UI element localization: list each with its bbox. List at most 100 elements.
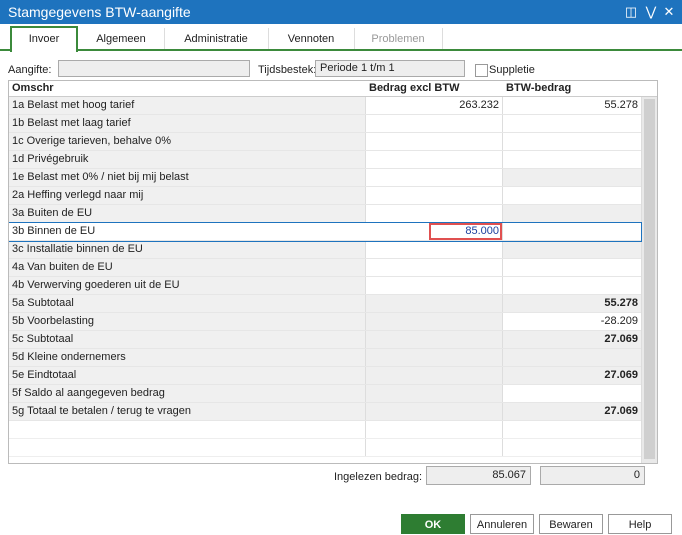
btw-cell: 55.278 <box>502 295 641 312</box>
table-row[interactable]: 1d Privégebruik <box>9 151 641 169</box>
btw-cell[interactable] <box>502 259 641 276</box>
window-title: Stamgegevens BTW-aangifte <box>8 4 191 20</box>
restore-icon[interactable]: ◫ <box>622 3 640 21</box>
header-btw: BTW-bedrag <box>506 82 572 94</box>
ingelezen-label: Ingelezen bedrag: <box>334 471 423 483</box>
btw-cell <box>502 241 641 258</box>
bedrag-cell <box>365 367 502 384</box>
bedrag-cell[interactable] <box>365 151 502 168</box>
tab-invoer[interactable]: Invoer <box>10 26 78 52</box>
bedrag-cell <box>365 349 502 366</box>
btw-cell[interactable] <box>502 151 641 168</box>
table-row[interactable]: 4a Van buiten de EU <box>9 259 641 277</box>
row-label: 5b Voorbelasting <box>9 313 365 330</box>
bedrag-cell[interactable] <box>365 277 502 294</box>
title-bar: Stamgegevens BTW-aangifte ◫ ⋁ ✕ <box>0 0 682 24</box>
tab-algemeen[interactable]: Algemeen <box>78 28 165 50</box>
empty-row <box>9 439 641 457</box>
tab-underline <box>0 49 682 51</box>
row-label: 1e Belast met 0% / niet bij mij belast <box>9 169 365 186</box>
tab-administratie[interactable]: Administratie <box>164 28 269 50</box>
scrollbar-thumb[interactable] <box>644 99 655 459</box>
table-row[interactable]: 1c Overige tarieven, behalve 0% <box>9 133 641 151</box>
btw-cell[interactable] <box>502 223 641 240</box>
tab-vennoten[interactable]: Vennoten <box>268 28 355 50</box>
table-row: 5g Totaal te betalen / terug te vragen 27… <box>9 403 641 421</box>
close-icon[interactable]: ✕ <box>660 3 678 21</box>
btw-cell[interactable] <box>502 277 641 294</box>
row-label: 4a Van buiten de EU <box>9 259 365 276</box>
annuleren-button[interactable]: Annuleren <box>470 514 534 534</box>
help-button[interactable]: Help <box>608 514 672 534</box>
suppletie-checkbox[interactable] <box>475 64 488 77</box>
row-label: 3c Installatie binnen de EU <box>9 241 365 258</box>
bedrag-cell[interactable] <box>365 241 502 258</box>
aangifte-field[interactable] <box>58 60 250 77</box>
bedrag-cell <box>365 385 502 402</box>
table-row[interactable]: 4b Verwerving goederen uit de EU <box>9 277 641 295</box>
row-label: 5c Subtotaal <box>9 331 365 348</box>
row-label: 1d Privégebruik <box>9 151 365 168</box>
vertical-scrollbar[interactable] <box>641 97 657 463</box>
bedrag-cell <box>365 295 502 312</box>
btw-cell[interactable] <box>502 115 641 132</box>
btw-grid: Omschr Bedrag excl BTW BTW-bedrag 1a Bel… <box>8 80 658 464</box>
btw-cell: 27.069 <box>502 403 641 420</box>
aangifte-label: Aangifte: <box>8 64 52 76</box>
btw-cell: 27.069 <box>502 331 641 348</box>
ingelezen-field-2: 0 <box>540 466 645 485</box>
row-label: 1b Belast met laag tarief <box>9 115 365 132</box>
bedrag-cell <box>365 313 502 330</box>
btw-cell[interactable]: -28.209 <box>502 313 641 330</box>
btw-cell <box>502 169 641 186</box>
table-row-selected[interactable]: 3b Binnen de EU 85.000 <box>9 222 642 242</box>
table-row[interactable]: 1a Belast met hoog tarief 263.232 55.278 <box>9 97 641 115</box>
bedrag-cell[interactable] <box>365 205 502 222</box>
btw-cell[interactable] <box>502 187 641 204</box>
btw-cell[interactable] <box>502 133 641 150</box>
header-omschr: Omschr <box>12 82 54 94</box>
btw-cell <box>502 349 641 366</box>
bedrag-cell[interactable] <box>365 169 502 186</box>
table-row[interactable]: 3a Buiten de EU <box>9 205 641 223</box>
empty-row <box>9 421 641 439</box>
collapse-icon[interactable]: ⋁ <box>642 3 660 21</box>
table-row[interactable]: 1b Belast met laag tarief <box>9 115 641 133</box>
row-label: 5d Kleine ondernemers <box>9 349 365 366</box>
tijdsbestek-label: Tijdsbestek: <box>258 64 317 76</box>
btw-cell[interactable]: 55.278 <box>502 97 641 114</box>
table-row[interactable]: 5d Kleine ondernemers <box>9 349 641 367</box>
bewaren-button[interactable]: Bewaren <box>539 514 603 534</box>
bedrag-cell[interactable] <box>365 133 502 150</box>
bedrag-cell-editing[interactable]: 85.000 <box>429 223 502 240</box>
bedrag-cell <box>365 403 502 420</box>
row-label: 1a Belast met hoog tarief <box>9 97 365 114</box>
bedrag-cell[interactable] <box>365 259 502 276</box>
table-row[interactable]: 1e Belast met 0% / niet bij mij belast <box>9 169 641 187</box>
table-row: 5e Eindtotaal 27.069 <box>9 367 641 385</box>
header-bedrag: Bedrag excl BTW <box>369 82 460 94</box>
row-label: 1c Overige tarieven, behalve 0% <box>9 133 365 150</box>
ok-button[interactable]: OK <box>401 514 465 534</box>
table-row[interactable]: 5f Saldo al aangegeven bedrag <box>9 385 641 403</box>
row-label: 4b Verwerving goederen uit de EU <box>9 277 365 294</box>
bedrag-cell[interactable] <box>365 187 502 204</box>
tijdsbestek-field[interactable]: Periode 1 t/m 1 <box>315 60 465 77</box>
table-row[interactable]: 5b Voorbelasting -28.209 <box>9 313 641 331</box>
table-row[interactable]: 2a Heffing verlegd naar mij <box>9 187 641 205</box>
row-label: 3b Binnen de EU <box>9 223 365 240</box>
tab-bar: Invoer Algemeen Administratie Vennoten P… <box>0 24 682 52</box>
bedrag-cell[interactable]: 263.232 <box>365 97 502 114</box>
btw-cell[interactable] <box>502 385 641 402</box>
row-label: 5f Saldo al aangegeven bedrag <box>9 385 365 402</box>
bedrag-cell[interactable] <box>365 115 502 132</box>
btw-cell: 27.069 <box>502 367 641 384</box>
row-label: 5a Subtotaal <box>9 295 365 312</box>
table-row[interactable]: 3c Installatie binnen de EU <box>9 241 641 259</box>
table-row: 5c Subtotaal 27.069 <box>9 331 641 349</box>
bedrag-cell <box>365 331 502 348</box>
row-label: 3a Buiten de EU <box>9 205 365 222</box>
tab-problemen: Problemen <box>354 28 443 50</box>
row-label: 5g Totaal te betalen / terug te vragen <box>9 403 365 420</box>
grid-header: Omschr Bedrag excl BTW BTW-bedrag <box>9 81 657 97</box>
